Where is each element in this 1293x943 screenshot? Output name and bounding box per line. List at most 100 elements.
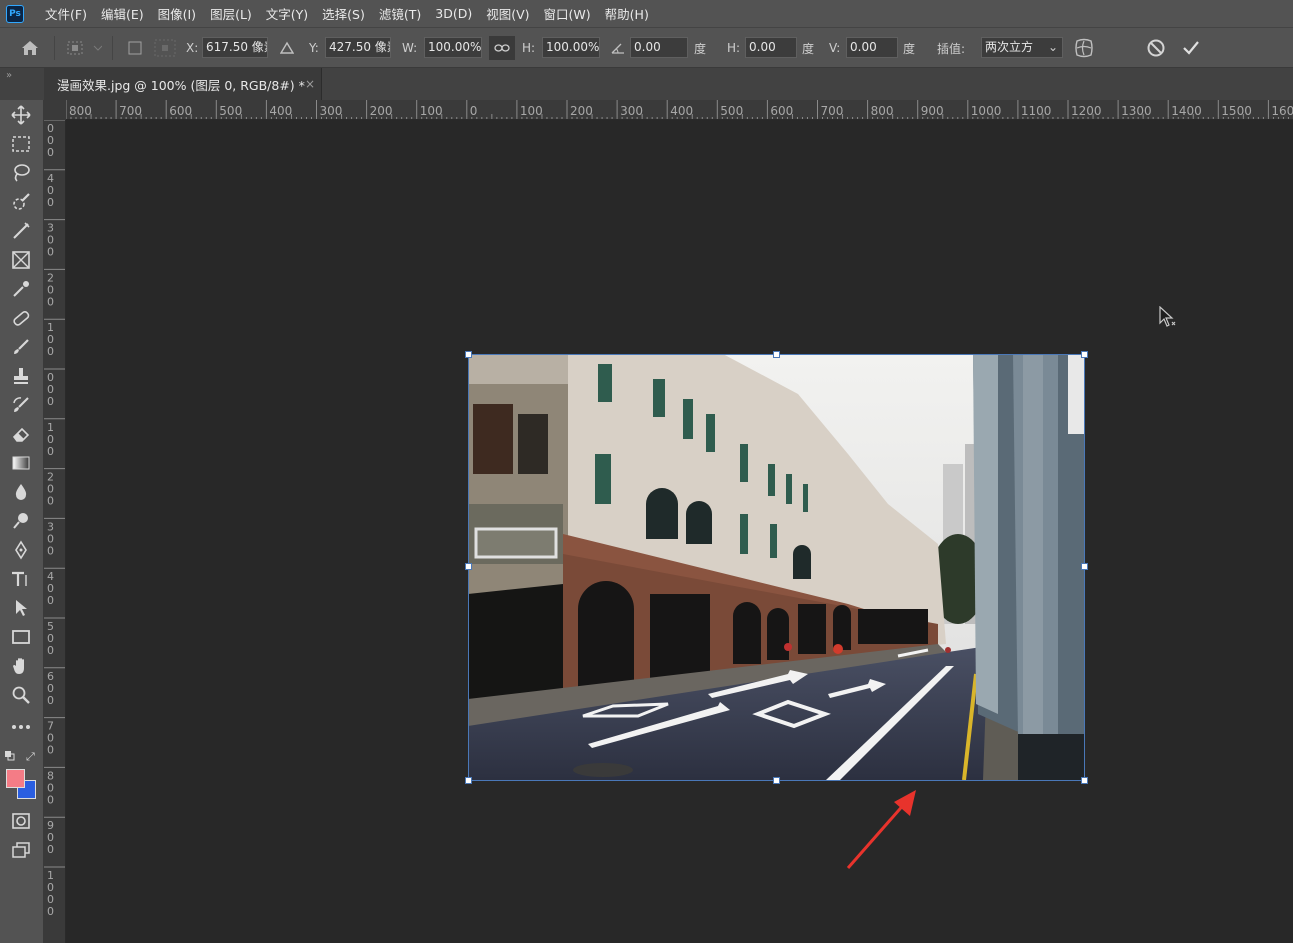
menu-help[interactable]: 帮助(H) [598,4,656,23]
ruler-label: 0 [47,495,54,508]
tools-panel: ⤢ [0,100,44,943]
transform-handle-left[interactable] [465,563,472,570]
ruler-label: 0 [47,905,54,918]
healing-icon[interactable] [7,305,35,331]
warp-mode-icon[interactable] [1073,28,1095,68]
transform-handle-top[interactable] [773,351,780,358]
annotation-arrow-icon [846,790,916,869]
menu-window[interactable]: 窗口(W) [537,4,598,23]
commit-transform-icon[interactable] [1181,28,1201,68]
pen-icon[interactable] [7,537,35,563]
menu-type[interactable]: 文字(Y) [259,4,315,23]
ruler-horizontal[interactable]: 800 700 600 500 400 300 200 100 0 100 200 300 400 500… [66,100,1293,120]
frame-icon[interactable] [7,247,35,273]
marquee-icon[interactable] [7,131,35,157]
more-icon[interactable] [7,714,35,740]
hand-icon[interactable] [7,653,35,679]
ruler-label: 700 [821,104,844,118]
ruler-label: 800 [871,104,894,118]
reference-point-icon[interactable] [66,28,102,68]
ruler-label: 100 [520,104,543,118]
move-icon[interactable] [7,102,35,128]
rotate-angle-field[interactable]: 0.00 [630,37,688,58]
relative-position-icon[interactable] [280,28,294,68]
ruler-label: 800 [69,104,92,118]
lasso-icon[interactable] [7,160,35,186]
skew-v-unit: 度 [903,41,916,56]
x-position-field[interactable]: 617.50 像素 [202,37,268,58]
gradient-icon[interactable] [7,450,35,476]
reference-grid-icon[interactable] [154,28,176,68]
interpolation-value: 两次立方 [985,40,1034,54]
y-position-field[interactable]: 427.50 像素 [325,37,391,58]
angle-unit: 度 [694,41,707,56]
menu-select[interactable]: 选择(S) [315,4,372,23]
transform-handle-right[interactable] [1081,563,1088,570]
reference-checkbox[interactable] [128,28,142,68]
eraser-icon[interactable] [7,421,35,447]
ruler-label: 0 [47,644,54,657]
ruler-label: 0 [47,744,54,757]
transform-handle-bottom-right[interactable] [1081,777,1088,784]
options-bar: X: 617.50 像素 Y: 427.50 像素 W: 100.00% H: … [0,27,1293,68]
ruler-label: 1400 [1171,104,1202,118]
ruler-label: 0 [47,395,54,408]
blur-icon[interactable] [7,479,35,505]
menu-view[interactable]: 视图(V) [479,4,536,23]
ruler-label: 1300 [1121,104,1152,118]
zoom-icon[interactable] [7,682,35,708]
document-tab-bar: » 漫画效果.jpg @ 100% (图层 0, RGB/8#) * × [0,68,1293,100]
interpolation-select[interactable]: 两次立方 ⌄ [981,37,1063,58]
crop-icon[interactable] [7,218,35,244]
home-icon[interactable] [20,28,40,68]
path-select-icon[interactable] [7,595,35,621]
ruler-vertical[interactable]: 0004003002001000001002003004005006007008… [44,120,66,943]
quick-mask-icon[interactable] [7,808,35,834]
dodge-icon[interactable] [7,508,35,534]
menu-file[interactable]: 文件(F) [38,4,94,23]
rectangle-icon[interactable] [7,624,35,650]
interpolation-label: 插值: [937,41,966,56]
default-colors-icon[interactable] [5,750,17,764]
width-field[interactable]: 100.00% [424,37,482,58]
ruler-label: 0 [47,843,54,856]
transform-handle-top-right[interactable] [1081,351,1088,358]
menu-layer[interactable]: 图层(L) [203,4,259,23]
ruler-label: 600 [770,104,793,118]
canvas-area[interactable] [66,120,1293,943]
ruler-label: 100 [420,104,443,118]
ruler-label: 200 [570,104,593,118]
ruler-label: 1200 [1071,104,1102,118]
transform-handle-bottom-left[interactable] [465,777,472,784]
history-brush-icon[interactable] [7,392,35,418]
swap-colors-icon[interactable]: ⤢ [26,750,35,764]
transform-handle-top-left[interactable] [465,351,472,358]
ruler-label: 0 [47,345,54,358]
y-label: Y: [309,41,319,55]
screen-mode-icon[interactable] [7,837,35,863]
ruler-label: 0 [47,544,54,557]
collapse-panel-icon[interactable]: » [6,70,12,81]
quick-select-icon[interactable] [7,189,35,215]
menu-filter[interactable]: 滤镜(T) [372,4,428,23]
menu-image[interactable]: 图像(I) [151,4,203,23]
skew-v-field[interactable]: 0.00 [846,37,898,58]
rotate-angle-icon [610,28,626,68]
ruler-horizontal-ticks: 800 700 600 500 400 300 200 100 0 100 200 300 400 500… [66,100,1293,119]
skew-h-field[interactable]: 0.00 [745,37,797,58]
brush-icon[interactable] [7,334,35,360]
stamp-icon[interactable] [7,363,35,389]
height-field[interactable]: 100.00% [542,37,600,58]
close-tab-icon[interactable]: × [305,77,315,91]
link-proportions-icon[interactable] [489,36,515,60]
document-tab[interactable]: 漫画效果.jpg @ 100% (图层 0, RGB/8#) * × [44,68,322,100]
eyedropper-icon[interactable] [7,276,35,302]
transform-bounding-box[interactable] [468,354,1085,781]
type-icon[interactable] [7,566,35,592]
ruler-label: 0 [47,445,54,458]
foreground-color-swatch[interactable] [6,769,25,788]
cancel-transform-icon[interactable] [1146,28,1166,68]
menu-edit[interactable]: 编辑(E) [94,4,151,23]
menu-3d[interactable]: 3D(D) [428,6,479,21]
transform-handle-bottom[interactable] [773,777,780,784]
